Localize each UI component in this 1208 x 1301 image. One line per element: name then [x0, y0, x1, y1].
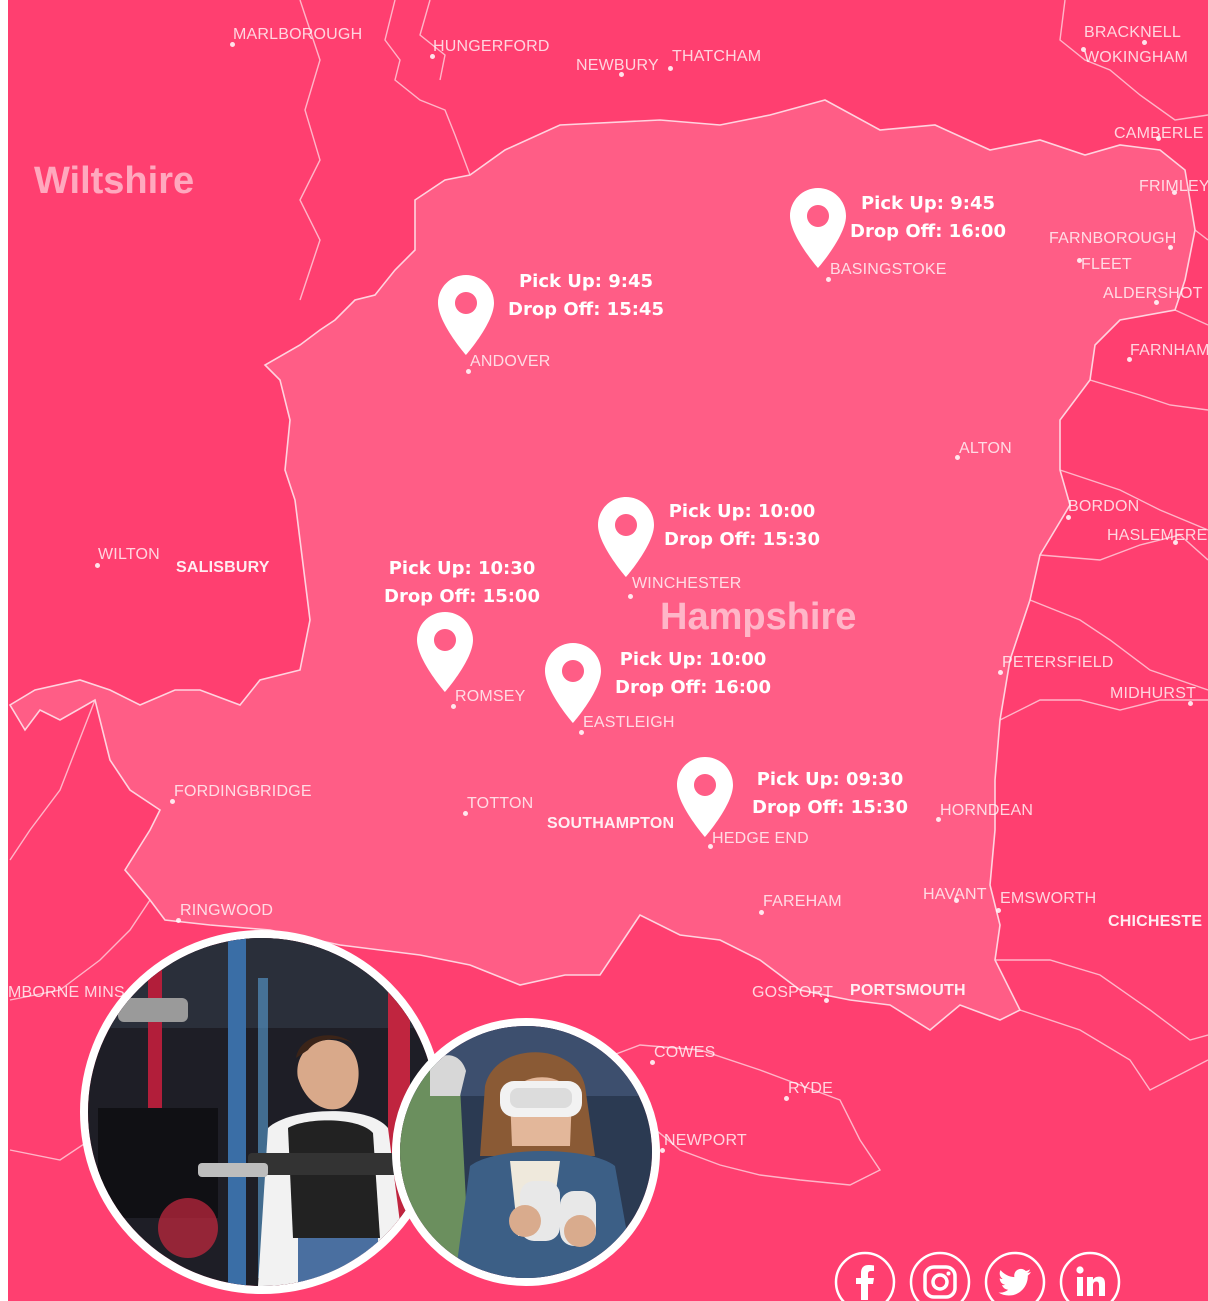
map-pin-icon[interactable]	[677, 757, 733, 837]
town-label-emsworth: EMSWORTH	[1000, 890, 1097, 907]
town-label-chichester: CHICHESTE	[1108, 913, 1203, 930]
region-label-hampshire: Hampshire	[660, 596, 857, 638]
town-label-wimborne: MBORNE MINS	[8, 984, 125, 1001]
dropoff-time: Drop Off: 16:00	[615, 677, 771, 698]
town-label-bordon: BORDON	[1068, 498, 1140, 515]
town-dot	[628, 594, 633, 599]
pickup-time: Pick Up: 10:30	[388, 558, 536, 579]
linkedin-icon[interactable]	[1058, 1250, 1122, 1301]
town-label-ryde: RYDE	[788, 1080, 833, 1097]
town-label-cowes: COWES	[654, 1044, 716, 1061]
pickup-time: Pick Up: 9:45	[860, 193, 995, 214]
town-label-fordingbridge: FORDINGBRIDGE	[174, 783, 312, 800]
town-label-portsmouth: PORTSMOUTH	[850, 982, 966, 999]
pickup-time: Pick Up: 09:30	[756, 769, 904, 790]
vr-scene-image	[400, 1026, 652, 1278]
town-label-petersfield: PETERSFIELD	[1002, 654, 1114, 671]
map-pin-icon[interactable]	[790, 188, 846, 268]
route-map: Wiltshire Hampshire MARLBOROUGH HUNGERFO…	[0, 0, 1208, 1301]
stop-times-winchester: Pick Up: 10:00 Drop Off: 15:30	[664, 498, 820, 554]
dropoff-time: Drop Off: 15:45	[508, 299, 664, 320]
town-label-fareham: FAREHAM	[763, 893, 842, 910]
dropoff-time: Drop Off: 15:30	[664, 529, 820, 550]
town-label-aldershot: ALDERSHOT	[1103, 285, 1203, 302]
map-pin-icon[interactable]	[598, 497, 654, 577]
town-label-marlborough: MARLBOROUGH	[233, 26, 363, 43]
vr-headset-photo	[392, 1018, 660, 1286]
town-label-southampton: SOUTHAMPTON	[547, 815, 675, 832]
town-label-fleet: FLEET	[1081, 256, 1132, 273]
region-label-wiltshire: Wiltshire	[34, 160, 195, 202]
town-label-bracknell: BRACKNELL	[1084, 24, 1181, 41]
town-dot	[668, 66, 673, 71]
stop-times-hedge-end: Pick Up: 09:30 Drop Off: 15:30	[752, 766, 908, 822]
town-label-andover: ANDOVER	[470, 353, 551, 370]
town-label-newport: NEWPORT	[664, 1132, 747, 1149]
stop-times-romsey: Pick Up: 10:30 Drop Off: 15:00	[384, 555, 540, 611]
instagram-icon[interactable]	[908, 1250, 972, 1301]
town-label-camberley: CAMBERLE	[1114, 125, 1204, 142]
dropoff-time: Drop Off: 16:00	[850, 221, 1006, 242]
dropoff-time: Drop Off: 15:00	[384, 586, 540, 607]
facebook-icon[interactable]	[833, 1250, 897, 1301]
town-label-wilton: WILTON	[98, 546, 160, 563]
town-label-frimley: FRIMLEY	[1139, 178, 1208, 195]
map-pin-icon[interactable]	[438, 275, 494, 355]
town-dot	[996, 908, 1001, 913]
pickup-time: Pick Up: 9:45	[518, 271, 653, 292]
map-pin-icon[interactable]	[417, 612, 473, 692]
town-label-wokingham: WOKINGHAM	[1084, 49, 1189, 66]
town-label-thatcham: THATCHAM	[672, 48, 762, 65]
town-label-totton: TOTTON	[467, 795, 534, 812]
town-label-gosport: GOSPORT	[752, 984, 834, 1001]
town-label-midhurst: MIDHURST	[1110, 685, 1197, 702]
town-label-ringwood: RINGWOOD	[180, 902, 274, 919]
town-label-winchester: WINCHESTER	[632, 575, 742, 592]
town-label-salisbury: SALISBURY	[176, 559, 270, 576]
stop-times-andover: Pick Up: 9:45 Drop Off: 15:45	[508, 268, 664, 324]
laser-tag-photo	[80, 930, 444, 1294]
pickup-time: Pick Up: 10:00	[668, 501, 816, 522]
town-label-basingstoke: BASINGSTOKE	[830, 261, 947, 278]
town-label-farnham: FARNHAM	[1130, 342, 1208, 359]
stop-times-basingstoke: Pick Up: 9:45 Drop Off: 16:00	[850, 190, 1006, 246]
laser-tag-scene-image	[88, 938, 436, 1286]
dropoff-time: Drop Off: 15:30	[752, 797, 908, 818]
town-label-farnborough: FARNBOROUGH	[1049, 230, 1177, 247]
town-label-alton: ALTON	[959, 440, 1012, 457]
town-label-newbury: NEWBURY	[576, 57, 659, 74]
town-label-haslemere: HASLEMERE	[1107, 527, 1208, 544]
pickup-time: Pick Up: 10:00	[619, 649, 767, 670]
map-pin-icon[interactable]	[545, 643, 601, 723]
twitter-icon[interactable]	[983, 1250, 1047, 1301]
town-label-horndean: HORNDEAN	[940, 802, 1034, 819]
town-label-havant: HAVANT	[923, 886, 987, 903]
stop-times-eastleigh: Pick Up: 10:00 Drop Off: 16:00	[615, 646, 771, 702]
town-label-hungerford: HUNGERFORD	[433, 38, 550, 55]
